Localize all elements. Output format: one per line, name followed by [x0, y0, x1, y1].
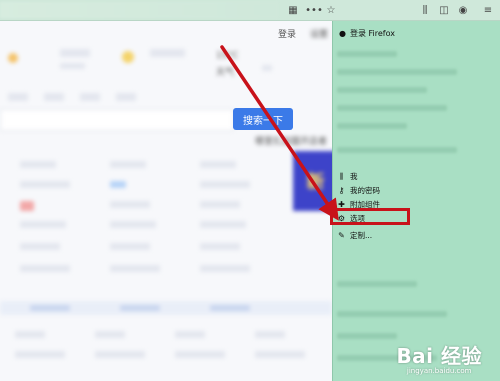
baidu-watermark: Bai 经验 jingyan.baidu.com	[396, 340, 482, 375]
watermark-url: jingyan.baidu.com	[406, 367, 472, 375]
watermark-logo: Bai 经验	[396, 344, 482, 368]
annotation-arrow	[220, 45, 339, 221]
